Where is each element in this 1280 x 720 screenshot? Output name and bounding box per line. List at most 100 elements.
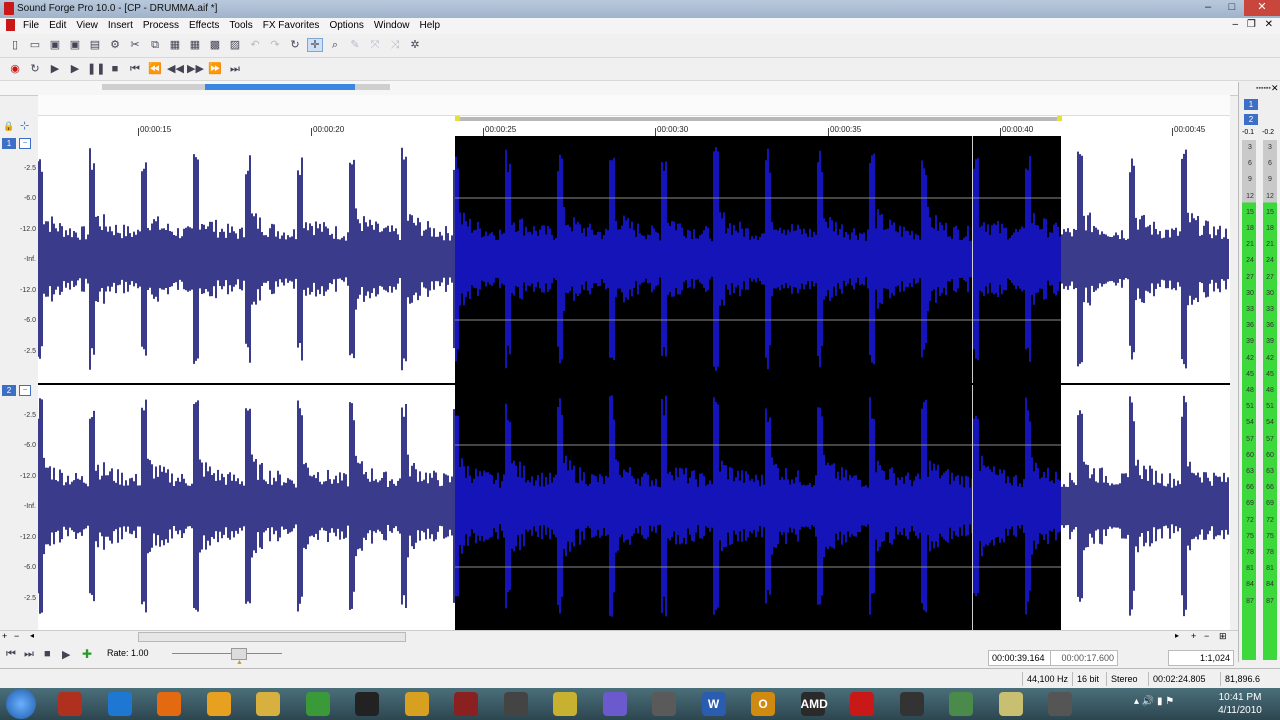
menu-tools[interactable]: Tools	[224, 18, 257, 33]
render-icon[interactable]: ▤	[87, 38, 103, 52]
soundforge-taskbar-icon[interactable]	[454, 692, 478, 716]
overview-visible-region[interactable]	[205, 84, 355, 90]
marker-bar[interactable]	[38, 95, 1230, 116]
paste-special-icon[interactable]: ▦	[187, 38, 203, 52]
save-as-icon[interactable]: ▣	[67, 38, 83, 52]
tray-icons[interactable]: ▴ 🔊 ▮ ⚑	[1134, 696, 1174, 707]
menu-options[interactable]: Options	[324, 18, 368, 33]
close-button[interactable]: ✕	[1244, 0, 1280, 16]
peak-left[interactable]: -0.1	[1242, 129, 1254, 136]
meter-channel-1-button[interactable]: 1	[1244, 99, 1258, 110]
mdi-close-button[interactable]: ✕	[1265, 19, 1273, 30]
play-all-icon[interactable]: ▶	[47, 62, 63, 76]
start-button[interactable]	[6, 689, 36, 719]
zoom-normal-icon[interactable]: ⊞	[1219, 631, 1227, 642]
amd-icon[interactable]: AMD	[800, 692, 828, 716]
magnify-tool-icon[interactable]: ⌕	[327, 38, 343, 52]
open-icon[interactable]: ▭	[27, 38, 43, 52]
reason-icon[interactable]	[553, 692, 577, 716]
channel-2-minimize[interactable]: −	[19, 385, 31, 396]
cut-icon[interactable]: ✂	[127, 38, 143, 52]
document-icon[interactable]	[6, 19, 15, 31]
go-to-end-small-icon[interactable]: ⏭	[24, 648, 34, 661]
channel-divider[interactable]	[38, 383, 1230, 385]
app-icon[interactable]	[4, 2, 14, 15]
mdi-minimize-button[interactable]: –	[1233, 19, 1239, 30]
explorer-folder-icon[interactable]	[256, 692, 280, 716]
new-icon[interactable]: ▯	[7, 38, 23, 52]
chrome-icon[interactable]	[305, 692, 330, 716]
undo-icon[interactable]: ↶	[247, 38, 263, 52]
word-icon[interactable]: W	[701, 692, 726, 716]
copy-icon[interactable]: ⧉	[147, 38, 163, 52]
bit-depth[interactable]: 16 bit	[1072, 672, 1103, 686]
acid-icon[interactable]	[652, 692, 676, 716]
go-to-start-icon[interactable]: ⏮	[127, 62, 143, 76]
menu-window[interactable]: Window	[369, 18, 415, 33]
mdi-restore-button[interactable]: ❐	[1247, 19, 1256, 30]
lock-icon[interactable]: 🔒	[3, 121, 14, 132]
edit-tool-icon[interactable]: ✛	[307, 38, 323, 52]
menu-fx-favorites[interactable]: FX Favorites	[258, 18, 325, 33]
peak-right[interactable]: -0.2	[1262, 129, 1274, 136]
channel-2-badge[interactable]: 2	[2, 385, 16, 396]
stop-icon[interactable]: ■	[107, 62, 123, 76]
network-icon[interactable]	[949, 692, 973, 716]
ableton-icon[interactable]	[503, 692, 528, 716]
pause-icon[interactable]: ❚❚	[87, 62, 105, 76]
rewind-icon[interactable]: ◀◀	[167, 62, 184, 76]
zoom-ratio-field[interactable]: 1:1,024	[1168, 650, 1234, 666]
audacity-icon[interactable]	[899, 692, 924, 716]
go-to-end-icon[interactable]: ⏭	[227, 62, 243, 76]
properties-icon[interactable]: ⚙	[107, 38, 123, 52]
scroll-right-icon[interactable]: ▸	[1175, 631, 1179, 640]
menu-file[interactable]: File	[18, 18, 44, 33]
record-icon[interactable]: ◉	[7, 62, 23, 76]
pencil-tool-icon[interactable]: ✎	[347, 38, 363, 52]
clock[interactable]: 10:41 PM 4/11/2010	[1208, 691, 1272, 717]
firefox-icon[interactable]	[157, 692, 181, 716]
video-player-icon[interactable]	[404, 692, 429, 716]
envelope-tool-icon[interactable]: ⤧	[367, 38, 383, 52]
channel-1-badge[interactable]: 1	[2, 138, 16, 149]
redo-icon[interactable]: ↷	[267, 38, 283, 52]
event-tool-icon[interactable]: ⤨	[387, 38, 403, 52]
wire-icon[interactable]	[1048, 692, 1072, 716]
play-small-icon[interactable]: ▶	[62, 648, 70, 661]
outlook-icon[interactable]: O	[751, 692, 775, 716]
play-normal-icon[interactable]: ✚	[82, 647, 92, 661]
notepad-icon[interactable]	[998, 692, 1023, 716]
hzoom-out-icon[interactable]: −	[1204, 631, 1209, 641]
plugin-chain-icon[interactable]: ✲	[407, 38, 423, 52]
zoom-in-icon[interactable]: +	[2, 631, 7, 641]
sample-rate[interactable]: 44,100 Hz	[1022, 672, 1072, 686]
selection-end-marker[interactable]	[1057, 116, 1062, 121]
stop-small-icon[interactable]: ■	[44, 648, 51, 660]
play-icon[interactable]: ▶	[67, 62, 83, 76]
menu-process[interactable]: Process	[138, 18, 184, 33]
scroll-thumb[interactable]	[138, 632, 406, 642]
previous-icon[interactable]: ⏪	[147, 62, 163, 76]
internet-explorer-icon[interactable]	[107, 692, 132, 716]
pinwheel-app-icon[interactable]	[206, 692, 231, 716]
meter-channel-2-button[interactable]: 2	[1244, 114, 1258, 125]
media-player-icon[interactable]	[58, 692, 82, 716]
hzoom-in-icon[interactable]: +	[1191, 631, 1196, 641]
channel-1-minimize[interactable]: −	[19, 138, 31, 149]
loop-icon[interactable]: ↻	[27, 62, 43, 76]
rate-slider-track[interactable]	[172, 653, 282, 654]
menu-help[interactable]: Help	[414, 18, 445, 33]
next-icon[interactable]: ⏩	[207, 62, 223, 76]
paste-icon[interactable]: ▦	[167, 38, 183, 52]
forward-icon[interactable]: ▶▶	[187, 62, 204, 76]
snap-icon[interactable]: ⊹	[20, 119, 29, 132]
menu-effects[interactable]: Effects	[184, 18, 224, 33]
channel-mode[interactable]: Stereo	[1106, 672, 1142, 686]
opera-icon[interactable]	[850, 692, 874, 716]
blackberry-icon[interactable]	[355, 692, 379, 716]
zoom-out-icon[interactable]: −	[14, 631, 19, 641]
menu-insert[interactable]: Insert	[103, 18, 138, 33]
menu-edit[interactable]: Edit	[44, 18, 71, 33]
menu-view[interactable]: View	[71, 18, 103, 33]
mix-icon[interactable]: ▩	[207, 38, 223, 52]
